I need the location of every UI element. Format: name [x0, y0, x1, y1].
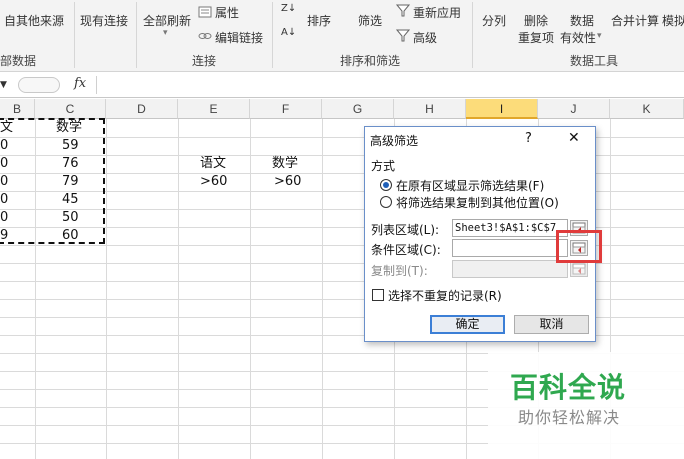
list-range-label: 列表区域(L):	[371, 223, 440, 237]
remove-duplicates-button[interactable]: 删除	[524, 12, 548, 29]
sort-ascending-icon[interactable]: Z↓	[281, 4, 296, 14]
consolidate-button[interactable]: 合并计算	[611, 12, 659, 29]
name-box-dropdown-icon[interactable]: ▼	[0, 76, 14, 94]
watermark: 百科全说 助你轻松解决	[488, 352, 684, 459]
from-other-sources-button[interactable]: 自其他来源	[4, 12, 64, 29]
formula-cancel-enter-area	[18, 77, 60, 93]
column-header-h[interactable]: H	[394, 99, 466, 119]
radio-copy-to[interactable]	[380, 196, 392, 208]
group-separator	[74, 2, 75, 68]
chevron-down-icon[interactable]: ▾	[163, 28, 168, 38]
advanced-filter-button[interactable]: 高级	[413, 29, 437, 46]
radio-in-place[interactable]	[380, 179, 392, 191]
unique-records-checkbox[interactable]	[372, 289, 384, 301]
advanced-filter-icon	[396, 29, 410, 42]
sort-button[interactable]: 排序	[307, 12, 331, 29]
properties-icon	[198, 6, 212, 18]
refresh-all-button[interactable]: 全部刷新	[143, 12, 191, 29]
remove-duplicates-label-2: 重复项	[518, 31, 555, 45]
group-label-connections: 连接	[192, 54, 217, 68]
cell-f3[interactable]: 数学	[272, 155, 298, 173]
column-header-b[interactable]: B	[0, 99, 35, 119]
mode-label: 方式	[371, 159, 396, 173]
criteria-range-input[interactable]	[452, 239, 568, 257]
group-separator	[272, 2, 273, 68]
ribbon: 自其他来源 现有连接 部数据 全部刷新 ▾ 属性 编辑链接 连接 Z↓ A↓ 排…	[0, 0, 684, 72]
edit-links-icon	[198, 33, 212, 39]
insert-function-icon[interactable]: fx	[74, 76, 86, 91]
cancel-button[interactable]: 取消	[514, 315, 589, 334]
column-header-e[interactable]: E	[178, 99, 250, 119]
column-header-c[interactable]: C	[35, 99, 106, 119]
column-header-k[interactable]: K	[610, 99, 684, 119]
ok-button[interactable]: 确定	[430, 315, 505, 334]
reapply-icon	[396, 4, 410, 17]
data-validation-label-2: 有效性	[560, 31, 597, 45]
copy-selection-border	[0, 118, 105, 244]
column-header-f[interactable]: F	[250, 99, 322, 119]
filter-button[interactable]: 筛选	[358, 12, 382, 29]
list-range-input[interactable]: Sheet3!$A$1:$C$7	[452, 219, 568, 237]
copy-to-input	[452, 260, 568, 278]
cell-e3[interactable]: 语文	[200, 155, 226, 173]
gridline	[178, 119, 179, 459]
group-separator	[472, 2, 473, 68]
group-label-external-data: 部数据	[0, 54, 37, 68]
group-label-data-tools: 数据工具	[570, 54, 619, 68]
group-label-sort-filter: 排序和筛选	[340, 54, 401, 68]
data-validation-button[interactable]: 数据	[570, 12, 594, 29]
watermark-title: 百科全说	[510, 371, 627, 404]
formula-bar: ▼ fx	[0, 73, 684, 98]
column-header-d[interactable]: D	[106, 99, 178, 119]
cell-e4[interactable]: >60	[200, 173, 227, 191]
copy-to-collapse-button	[570, 261, 588, 277]
gridline	[322, 119, 323, 459]
help-button[interactable]: ?	[525, 131, 532, 146]
column-header-i[interactable]: I	[466, 99, 538, 119]
formula-input[interactable]	[100, 76, 680, 94]
watermark-subtitle: 助你轻松解决	[518, 408, 621, 427]
reapply-button[interactable]: 重新应用	[413, 4, 461, 21]
sort-descending-icon[interactable]: A↓	[281, 28, 296, 38]
option-in-place-label[interactable]: 在原有区域显示筛选结果(F)	[396, 177, 544, 194]
range-select-icon	[572, 263, 586, 275]
chevron-down-icon[interactable]: ▾	[597, 31, 602, 41]
criteria-range-label: 条件区域(C):	[371, 243, 441, 257]
gridline	[250, 119, 251, 459]
cell-f4[interactable]: >60	[274, 173, 301, 191]
group-separator	[136, 2, 137, 68]
highlight-box	[556, 230, 602, 263]
dialog-title: 高级筛选	[370, 134, 419, 148]
close-icon[interactable]: ✕	[568, 130, 580, 146]
column-header-j[interactable]: J	[538, 99, 610, 119]
edit-links-button[interactable]: 编辑链接	[215, 29, 263, 46]
properties-button[interactable]: 属性	[215, 4, 239, 21]
existing-connections-button[interactable]: 现有连接	[80, 12, 128, 29]
text-to-columns-button[interactable]: 分列	[482, 12, 506, 29]
gridline	[106, 119, 107, 459]
formula-divider	[96, 76, 97, 94]
what-if-button[interactable]: 模拟	[662, 12, 684, 29]
option-copy-label[interactable]: 将筛选结果复制到其他位置(O)	[396, 194, 559, 211]
copy-to-label: 复制到(T):	[371, 264, 428, 278]
unique-records-label[interactable]: 选择不重复的记录(R)	[388, 287, 502, 304]
column-header-g[interactable]: G	[322, 99, 394, 119]
